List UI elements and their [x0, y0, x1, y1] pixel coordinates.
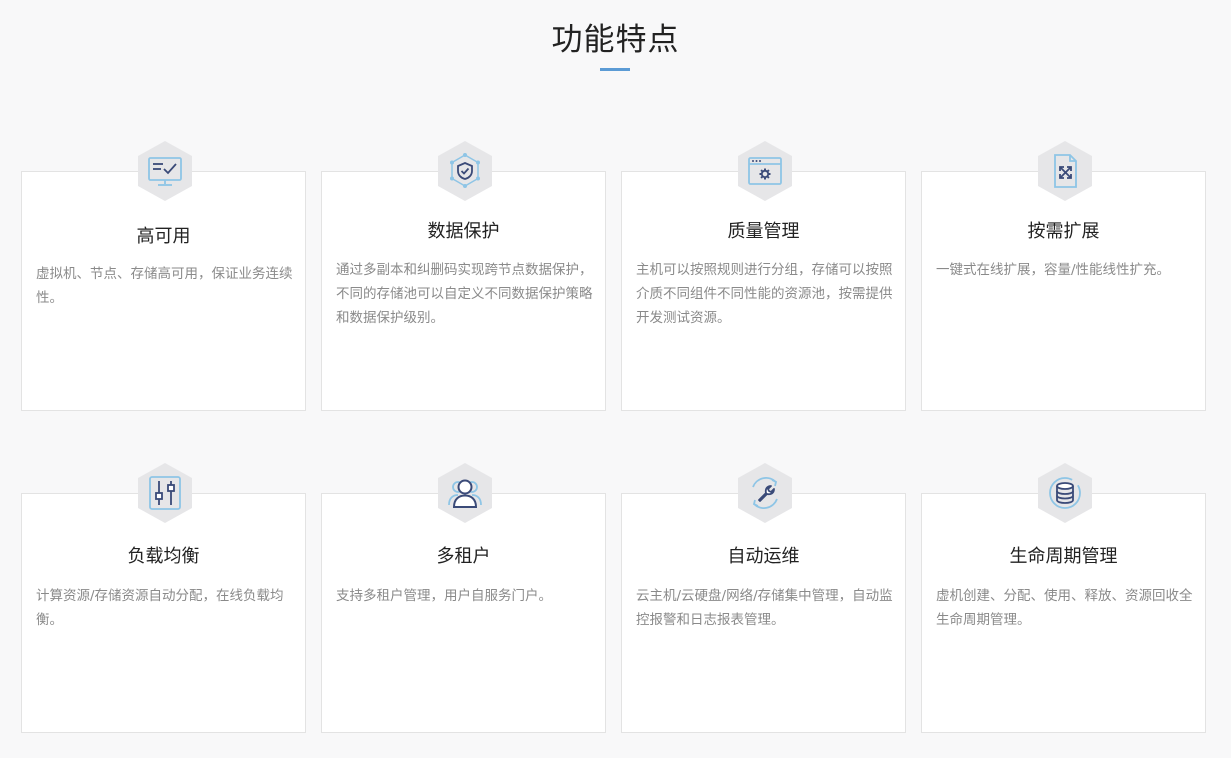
feature-title: 数据保护 — [427, 221, 500, 242]
feature-desc: 云主机/云硬盘/网络/存储集中管理，自动监控报警和日志报表管理。 — [636, 588, 893, 628]
document-expand-icon — [1038, 141, 1092, 201]
feature-card-lifecycle: 生命周期管理 虚机创建、分配、使用、释放、资源回收全生命周期管理。 — [921, 493, 1206, 733]
feature-desc: 通过多副本和纠删码实现跨节点数据保护，不同的存储池可以自定义不同数据保护策略和数… — [336, 262, 593, 326]
feature-card-data-protection: 数据保护 通过多副本和纠删码实现跨节点数据保护，不同的存储池可以自定义不同数据保… — [321, 171, 606, 411]
feature-title: 生命周期管理 — [1009, 546, 1118, 567]
sliders-icon — [138, 463, 192, 523]
feature-desc: 主机可以按照规则进行分组，存储可以按照介质不同组件不同性能的资源池，按需提供开发… — [636, 262, 893, 326]
feature-desc: 虚机创建、分配、使用、释放、资源回收全生命周期管理。 — [936, 588, 1193, 628]
feature-title: 按需扩展 — [1027, 221, 1100, 242]
feature-card-quality-management: 质量管理 主机可以按照规则进行分组，存储可以按照介质不同组件不同性能的资源池，按… — [621, 171, 906, 411]
feature-desc: 一键式在线扩展，容量/性能线性扩充。 — [936, 262, 1171, 278]
feature-card-multi-tenant: 多租户 支持多租户管理，用户自服务门户。 — [321, 493, 606, 733]
users-icon — [438, 463, 492, 523]
feature-card-auto-ops: 自动运维 云主机/云硬盘/网络/存储集中管理，自动监控报警和日志报表管理。 — [621, 493, 906, 733]
wrench-cycle-icon — [738, 463, 792, 523]
shield-network-icon — [438, 141, 492, 201]
feature-desc: 虚拟机、节点、存储高可用，保证业务连续性。 — [36, 266, 293, 306]
feature-desc: 支持多租户管理，用户自服务门户。 — [336, 588, 552, 604]
feature-title: 高可用 — [136, 226, 191, 247]
feature-card-on-demand-scaling: 按需扩展 一键式在线扩展，容量/性能线性扩充。 — [921, 171, 1206, 411]
features-section: 功能特点 高可用 虚拟机、节点、存储高可用，保证业务连续性。 数据保护 通过多副… — [0, 0, 1231, 758]
feature-card-load-balancing: 负载均衡 计算资源/存储资源自动分配，在线负载均衡。 — [21, 493, 306, 733]
database-cycle-icon — [1038, 463, 1092, 523]
feature-title: 多租户 — [436, 546, 491, 567]
feature-card-high-availability: 高可用 虚拟机、节点、存储高可用，保证业务连续性。 — [21, 171, 306, 411]
feature-title: 负载均衡 — [127, 546, 200, 567]
browser-gear-icon — [738, 141, 792, 201]
feature-desc: 计算资源/存储资源自动分配，在线负载均衡。 — [36, 588, 284, 628]
section-title: 功能特点 — [551, 22, 680, 58]
feature-title: 自动运维 — [727, 546, 800, 567]
feature-title: 质量管理 — [727, 221, 800, 242]
monitor-check-icon — [138, 141, 192, 201]
title-underline — [600, 68, 630, 71]
